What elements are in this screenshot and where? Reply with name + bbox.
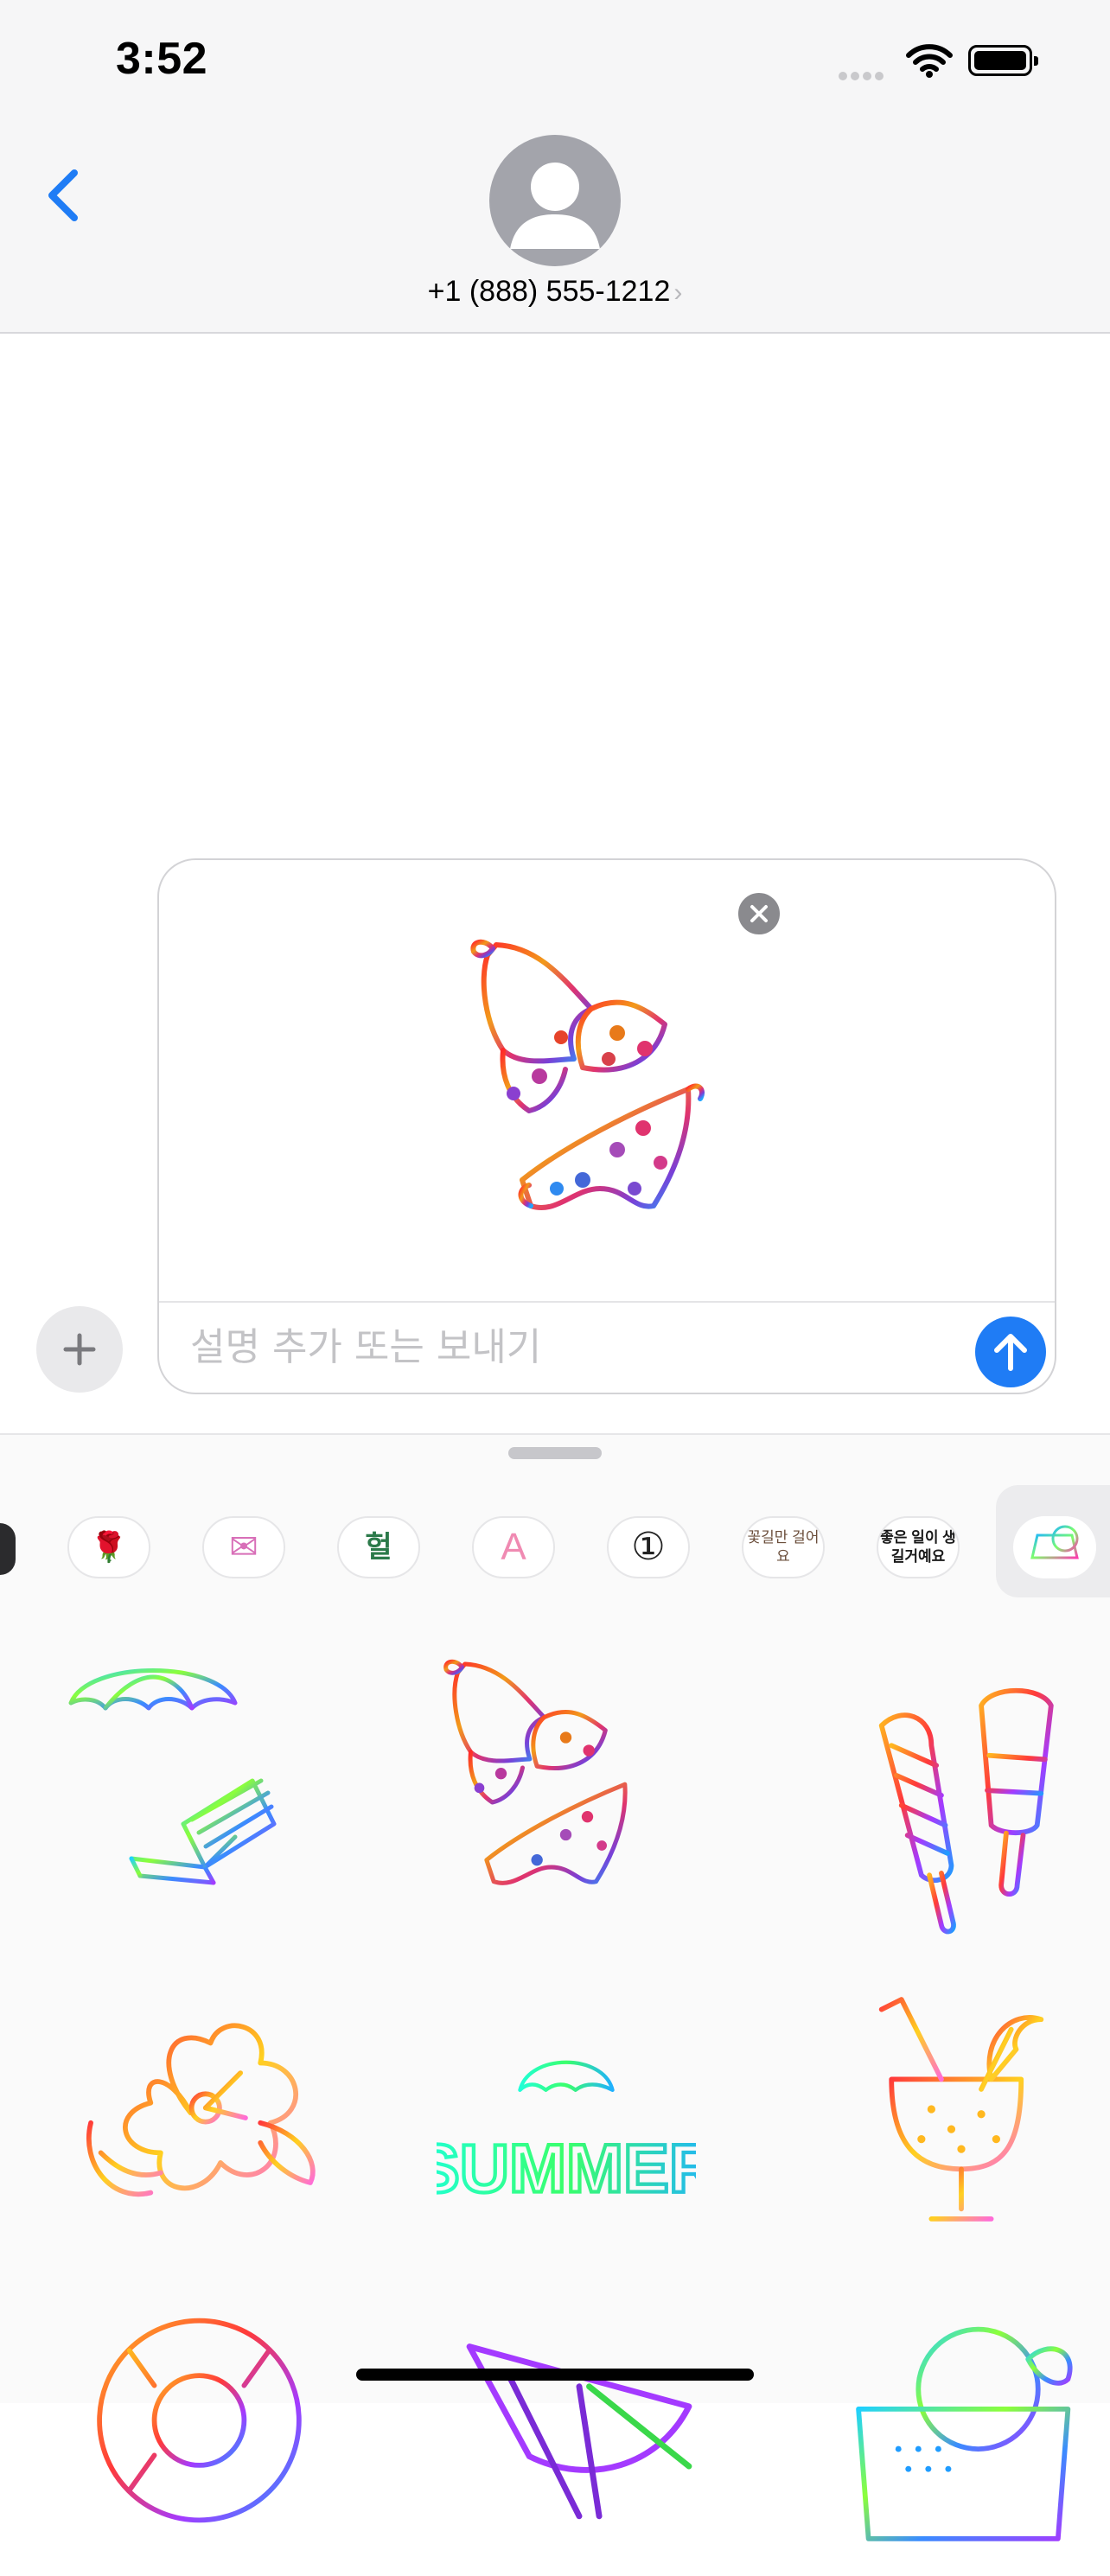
contact-avatar[interactable]: [489, 135, 621, 266]
rose-sticker-icon: 🌹: [90, 1531, 128, 1564]
korean-text-sticker-icon: 헐: [365, 1531, 392, 1564]
tray-item-letter[interactable]: ✉: [202, 1516, 285, 1578]
tray-item-phrase-2[interactable]: 좋은 일이 생길거예요: [877, 1516, 960, 1578]
arrow-up-icon: [994, 1334, 1027, 1371]
bikini-sticker-preview: [470, 939, 705, 1210]
beach-bag-sticker[interactable]: [839, 2299, 1098, 2559]
status-bar: 3:52: [0, 0, 1110, 130]
send-button[interactable]: [975, 1317, 1046, 1387]
sticker-pack-tray[interactable]: 🌹 ✉ 헐 A ① 꽃길만 걸어요 좋은 일이 생길거예요: [0, 1485, 1110, 1603]
battery-icon: [968, 45, 1038, 76]
chevron-left-icon: [48, 169, 78, 221]
summer-text-sticker[interactable]: SUMMER: [437, 1988, 696, 2248]
circled-one-sticker-icon: ①: [631, 1526, 666, 1568]
tray-item-phrase[interactable]: 꽃길만 걸어요: [742, 1516, 825, 1578]
compose-box: [157, 858, 1056, 1394]
tray-item-summer-selected[interactable]: [996, 1485, 1110, 1597]
person-icon: [510, 163, 600, 249]
back-button[interactable]: [38, 164, 90, 226]
popsicles-sticker[interactable]: [832, 1686, 1091, 1945]
tray-item-letter-a[interactable]: A: [472, 1516, 555, 1578]
status-time: 3:52: [116, 34, 208, 84]
tropical-drink-sticker[interactable]: [832, 1980, 1091, 2239]
cellular-signal-icon: [839, 69, 887, 85]
tray-item-partial[interactable]: [0, 1523, 16, 1575]
drawer-grabber[interactable]: [508, 1447, 602, 1459]
summer-text: SUMMER: [437, 2130, 696, 2207]
love-letter-sticker-icon: ✉: [229, 1528, 258, 1566]
home-indicator[interactable]: [356, 2369, 754, 2381]
remove-attachment-button[interactable]: [735, 889, 783, 938]
apps-plus-button[interactable]: [36, 1306, 123, 1393]
tray-item-rose[interactable]: 🌹: [67, 1516, 150, 1578]
close-icon: [750, 905, 768, 922]
contact-name[interactable]: +1 (888) 555-1212 ›: [0, 275, 1110, 309]
korean-phrase-sticker-icon-2: 좋은 일이 생길거예요: [880, 1529, 956, 1565]
bikini-sticker[interactable]: [425, 1651, 685, 1910]
tray-item-circled-one[interactable]: ①: [607, 1516, 690, 1578]
watermelon-sticker[interactable]: [450, 2317, 709, 2576]
korean-phrase-sticker-icon: 꽃길만 걸어요: [747, 1529, 820, 1565]
contact-phone: +1 (888) 555-1212: [427, 275, 671, 308]
compose-divider: [159, 1301, 1055, 1303]
hibiscus-flower-sticker[interactable]: [71, 1988, 330, 2248]
tray-item-korean[interactable]: 헐: [337, 1516, 420, 1578]
beach-chair-umbrella-sticker[interactable]: [54, 1651, 313, 1910]
wifi-icon: [906, 44, 953, 78]
chevron-right-icon: ›: [673, 278, 683, 307]
plus-icon: [63, 1333, 96, 1366]
letter-a-sticker-icon: A: [501, 1526, 526, 1568]
summer-pack-icon: [1013, 1516, 1096, 1578]
caption-input[interactable]: [188, 1318, 918, 1375]
swim-ring-sticker[interactable]: [80, 2291, 339, 2550]
